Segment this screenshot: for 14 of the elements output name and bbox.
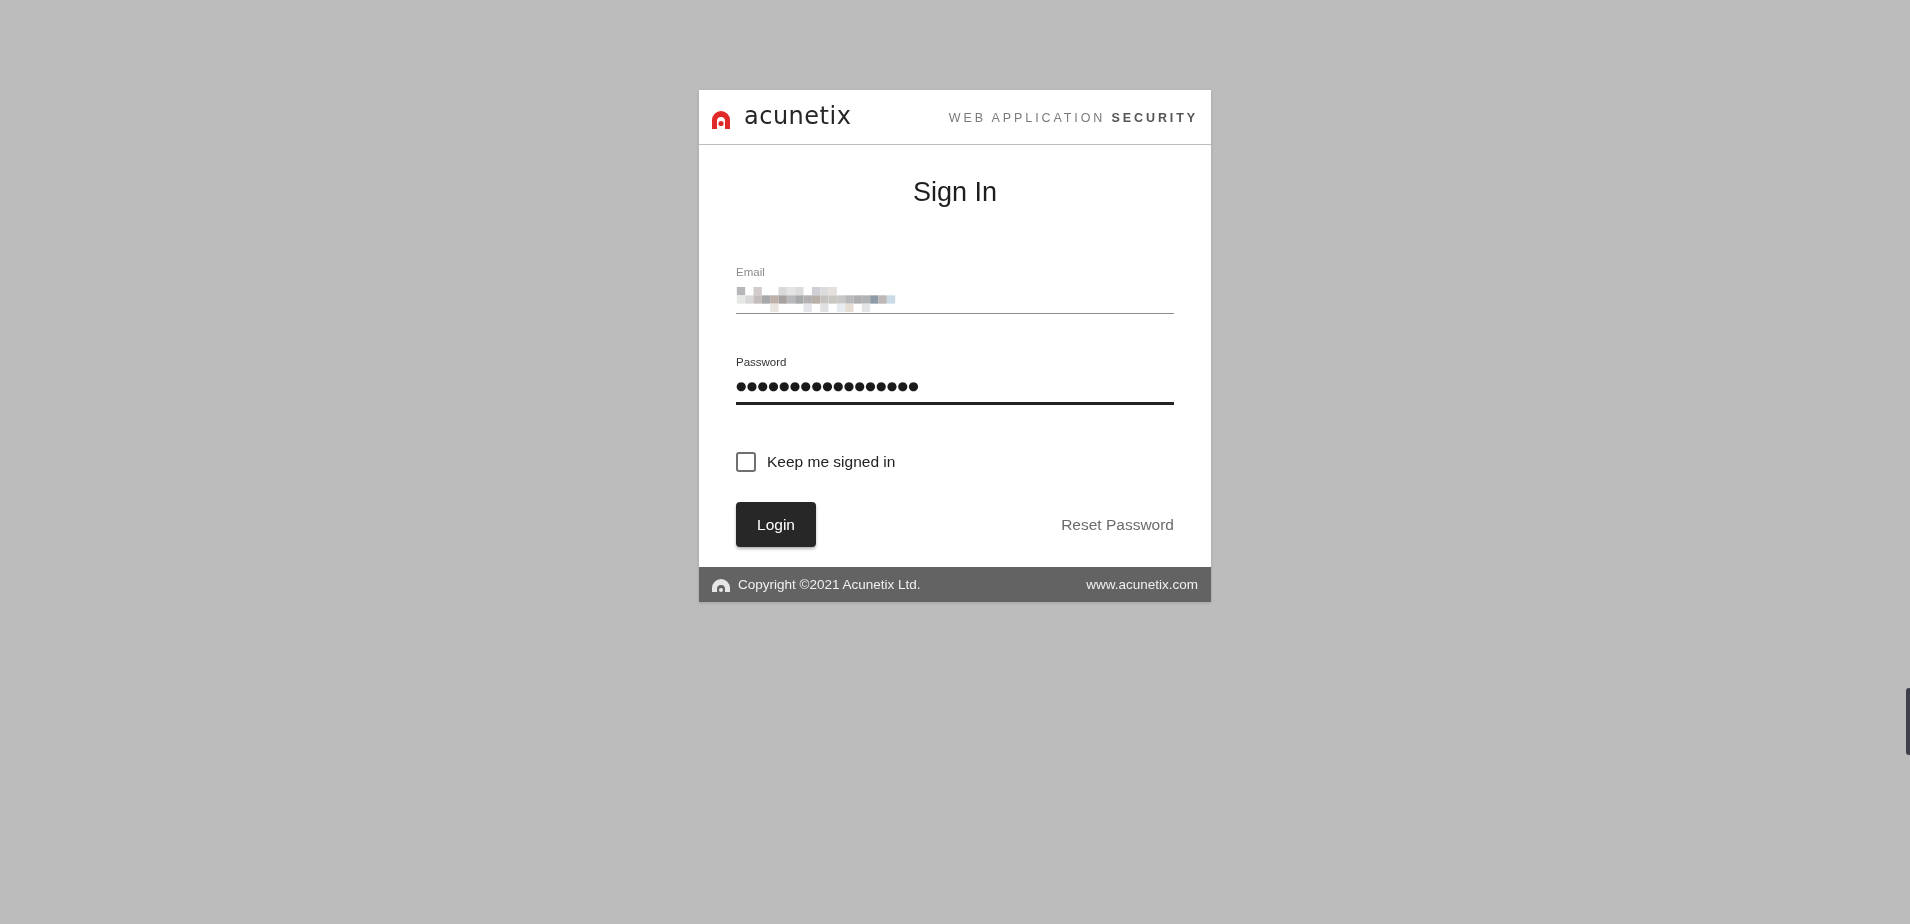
input-field[interactable]: Email: [736, 265, 1174, 314]
checkbox-label[interactable]: Keep me signed in: [767, 452, 896, 472]
reset-password-link[interactable]: Reset Password: [1061, 515, 1174, 534]
edge-handle[interactable]: [1906, 688, 1910, 755]
login-button[interactable]: Login: [736, 502, 816, 547]
input-field[interactable]: Password ●●●●●●●●●●●●●●●●●: [736, 355, 1174, 405]
page-title: Sign In: [911, 176, 999, 209]
copyright-text: Copyright ©2021 Acunetix Ltd.: [738, 577, 921, 592]
website-link[interactable]: www.acunetix.com: [1086, 577, 1198, 592]
checkbox[interactable]: [736, 452, 756, 472]
logo-arch-icon: [711, 577, 731, 592]
logo-arch-icon: [711, 109, 731, 129]
brand-name: acunetix: [744, 102, 852, 130]
tagline: WEB APPLICATION SECURITY: [948, 111, 1198, 125]
